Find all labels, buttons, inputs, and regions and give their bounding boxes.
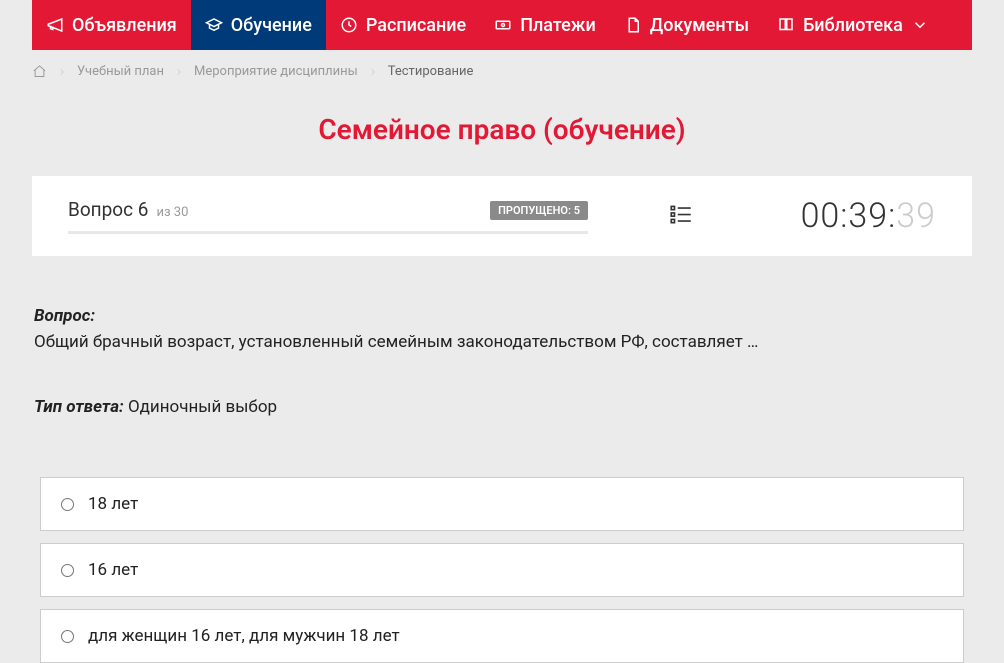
home-icon[interactable] (32, 64, 47, 79)
document-icon (624, 16, 642, 34)
nav-label: Документы (650, 15, 749, 36)
nav-learning[interactable]: Обучение (191, 0, 326, 50)
answer-option[interactable]: 18 лет (40, 477, 964, 531)
question-total: из 30 (156, 205, 188, 220)
main-nav: Объявления Обучение Расписание Платежи Д… (32, 0, 972, 50)
answer-option[interactable]: 16 лет (40, 543, 964, 597)
question-text: Общий брачный возраст, установленный сем… (34, 332, 970, 352)
breadcrumb-event[interactable]: Мероприятие дисциплины (194, 64, 358, 79)
nav-announcements[interactable]: Объявления (32, 0, 191, 50)
clock-icon (340, 16, 358, 34)
answer-text: 16 лет (88, 560, 138, 580)
answer-text: для женщин 16 лет, для мужчин 18 лет (88, 626, 400, 646)
breadcrumb-plan[interactable]: Учебный план (77, 64, 164, 79)
answer-type-value: Одиночный выбор (124, 397, 277, 417)
nav-payments[interactable]: Платежи (480, 0, 610, 50)
progress-bar (68, 231, 588, 234)
book-icon (777, 16, 795, 34)
nav-library[interactable]: Библиотека (763, 0, 943, 50)
money-icon (494, 16, 512, 34)
question-number: Вопрос 6 (68, 198, 148, 221)
timer-seconds: 39 (896, 196, 936, 236)
chevron-right-icon (57, 67, 67, 77)
status-panel: Вопрос 6 из 30 ПРОПУЩЕНО: 5 00:39:39 (32, 176, 972, 256)
nav-label: Расписание (366, 15, 466, 36)
question-list-button[interactable] (668, 201, 694, 231)
nav-label: Библиотека (803, 15, 903, 36)
chevron-down-icon (911, 16, 929, 34)
answer-option[interactable]: для женщин 16 лет, для мужчин 18 лет (40, 609, 964, 663)
answer-radio[interactable] (61, 498, 74, 511)
timer: 00:39:39 (801, 196, 936, 236)
chevron-right-icon (174, 67, 184, 77)
answer-type: Тип ответа: Одиночный выбор (34, 397, 970, 417)
answer-radio[interactable] (61, 564, 74, 577)
question-progress: Вопрос 6 из 30 ПРОПУЩЕНО: 5 (68, 198, 588, 234)
nav-schedule[interactable]: Расписание (326, 0, 480, 50)
answers-list: 18 лет 16 лет для женщин 16 лет, для муж… (32, 477, 972, 663)
answer-type-label: Тип ответа: (34, 397, 124, 417)
nav-label: Платежи (520, 15, 596, 36)
megaphone-icon (46, 16, 64, 34)
nav-documents[interactable]: Документы (610, 0, 763, 50)
graduation-cap-icon (205, 16, 223, 34)
breadcrumb-testing: Тестирование (388, 64, 474, 79)
chevron-right-icon (368, 67, 378, 77)
page-title: Семейное право (обучение) (32, 113, 972, 146)
question-block: Вопрос: Общий брачный возраст, установле… (32, 306, 972, 417)
answer-text: 18 лет (88, 494, 138, 514)
answer-radio[interactable] (61, 630, 74, 643)
breadcrumb: Учебный план Мероприятие дисциплины Тест… (32, 50, 972, 93)
list-icon (668, 201, 694, 227)
nav-label: Обучение (231, 15, 312, 36)
question-label: Вопрос: (34, 306, 970, 326)
skipped-badge: ПРОПУЩЕНО: 5 (490, 201, 588, 220)
nav-label: Объявления (72, 15, 177, 36)
timer-main: 00:39: (801, 196, 897, 236)
